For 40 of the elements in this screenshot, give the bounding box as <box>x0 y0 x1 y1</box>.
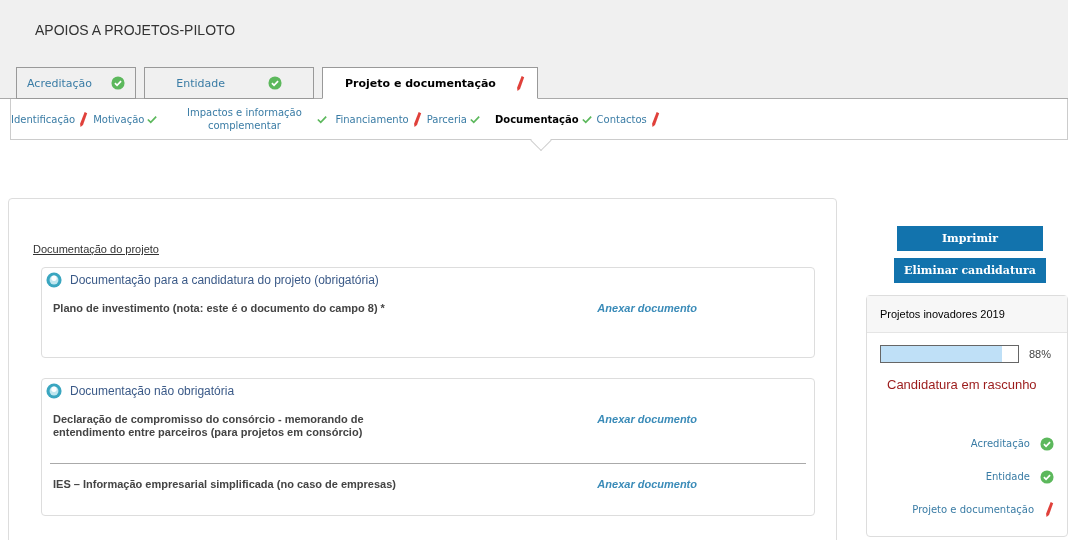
document-name: Plano de investimento (nota: este é o documento do campo 8) * <box>53 302 386 315</box>
pencil-icon <box>649 110 660 128</box>
step-label: Entidade <box>985 471 1030 482</box>
pencil-icon <box>411 110 422 128</box>
step-label: Acreditação <box>970 438 1030 449</box>
action-button[interactable]: Eliminar candidatura <box>894 258 1046 283</box>
document-name: IES – Informação empresarial simplificada (no caso de empresas) <box>53 478 397 491</box>
progress-percent: 88% <box>1029 348 1052 360</box>
step-label: Projeto e documentação <box>912 504 1034 515</box>
tab[interactable]: Acreditação <box>16 67 136 99</box>
summary-title: Projetos inovadores 2019 <box>867 296 1067 333</box>
group-title: Documentação não obrigatória <box>70 384 235 398</box>
check-icon <box>581 114 592 124</box>
page-title: APOIOS A PROJETOS-PILOTO <box>34 22 237 40</box>
group-title: Documentação para a candidatura do projeto (obrigatória) <box>70 273 379 287</box>
pencil-icon <box>515 74 525 92</box>
subtab[interactable]: Parceria <box>426 99 485 139</box>
attach-link[interactable]: Anexar documento <box>597 478 697 491</box>
collapse-icon[interactable] <box>46 272 62 288</box>
subtab[interactable]: Documentação <box>484 99 597 139</box>
tab[interactable]: Projeto e documentação <box>322 67 538 99</box>
check-icon <box>469 114 480 124</box>
tab[interactable]: Entidade <box>144 67 314 99</box>
subtab[interactable]: Identificação <box>11 99 94 139</box>
subtab[interactable]: Contactos <box>596 99 665 139</box>
subtab[interactable]: Motivação <box>93 99 163 139</box>
check-icon <box>267 76 282 90</box>
collapse-icon[interactable] <box>46 383 62 399</box>
attach-link[interactable]: Anexar documento <box>597 413 697 439</box>
subtab[interactable]: Impactos e informação complementar <box>162 99 336 139</box>
action-button[interactable]: Imprimir <box>897 226 1043 251</box>
pencil-icon <box>78 110 89 128</box>
section-link[interactable]: Documentação do projeto <box>33 243 159 255</box>
status-text: Candidatura em rascunho <box>886 376 1038 394</box>
attach-link[interactable]: Anexar documento <box>597 302 697 315</box>
check-icon <box>317 114 328 124</box>
document-name: Declaração de compromisso do consórcio - memorando de entendimento entre parceiros (para projetos em consórcio) <box>53 413 365 439</box>
subtab[interactable]: Financiamento <box>335 99 427 139</box>
check-icon <box>111 76 125 90</box>
check-icon <box>147 114 158 124</box>
